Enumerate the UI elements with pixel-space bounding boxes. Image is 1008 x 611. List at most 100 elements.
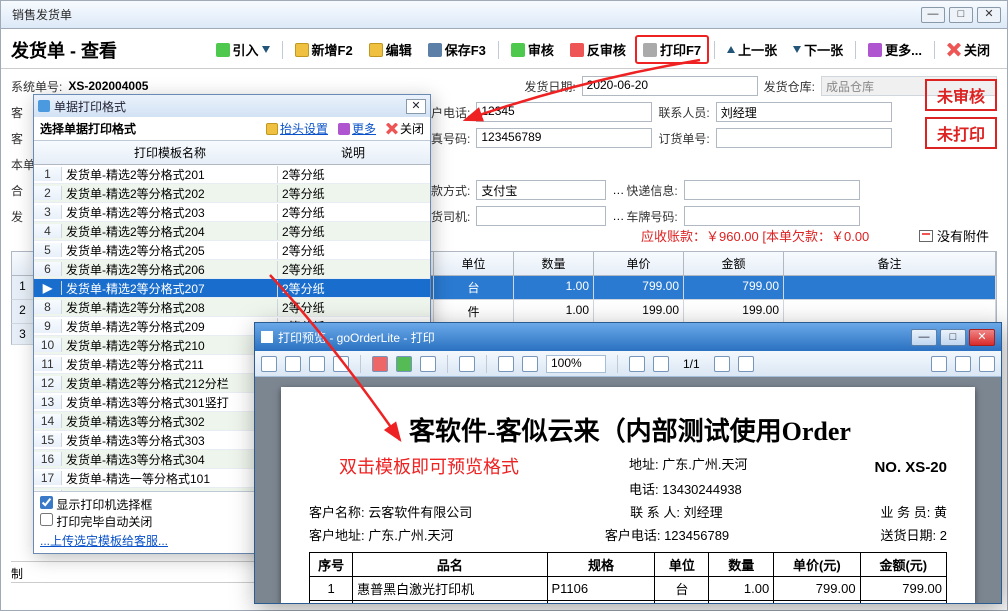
pv-find-icon[interactable] [459, 356, 475, 372]
driver-select[interactable] [476, 206, 606, 226]
col-amount[interactable]: 金额 [684, 252, 784, 275]
close-icon [947, 43, 961, 57]
cust-left: 客 [11, 104, 23, 121]
plate-label: 车牌号码: [626, 208, 677, 225]
prev-button[interactable]: 上一张 [720, 36, 784, 63]
pv-export-xls-icon[interactable] [396, 356, 412, 372]
preview-table-row: 1惠普黑白激光打印机P1106台1.00799.00799.00 [310, 577, 947, 601]
new-icon [295, 43, 309, 57]
warehouse-label: 发货仓库: [764, 78, 815, 95]
phone-label: 户电话: [431, 104, 470, 121]
close-icon [386, 123, 398, 135]
next-button[interactable]: 下一张 [786, 36, 850, 63]
col-remark[interactable]: 备注 [784, 252, 996, 275]
format-dialog-titlebar[interactable]: 单据打印格式 ✕ [34, 95, 430, 117]
pv-export-pdf-icon[interactable] [372, 356, 388, 372]
col-price[interactable]: 单价 [594, 252, 684, 275]
maximize-button[interactable]: □ [949, 7, 973, 23]
contact-input[interactable]: 刘经理 [716, 102, 892, 122]
pv-hand-icon[interactable] [931, 356, 947, 372]
preview-canvas[interactable]: 双击模板即可预览格式 客软件-客似云来（内部测试使用Order 地址: 广东.广… [255, 377, 1001, 603]
format-dialog-close-button[interactable]: ✕ [406, 99, 426, 114]
print-button[interactable]: 打印F7 [635, 35, 709, 64]
receivable-text: 应收账款：￥960.00 [本单欠款：￥0.00 [641, 226, 869, 245]
stamp-unapproved: 未审核 [925, 79, 997, 111]
format-row[interactable]: 4发货单-精选2等分格式2042等分纸 [34, 222, 430, 241]
plate-input[interactable] [684, 206, 860, 226]
orderno-input[interactable] [716, 128, 892, 148]
fax-input[interactable]: 123456789 [476, 128, 652, 148]
total-left: 合 [11, 182, 23, 199]
format-close-link[interactable]: 关闭 [386, 120, 424, 137]
fmt-col-desc[interactable]: 说明 [278, 141, 428, 164]
save-button[interactable]: 保存F3 [421, 36, 493, 63]
format-row[interactable]: 6发货单-精选2等分格式2062等分纸 [34, 260, 430, 279]
pv-save-icon[interactable] [333, 356, 349, 372]
pv-fields-icon[interactable] [955, 356, 971, 372]
attachment-label[interactable]: 没有附件 [919, 226, 989, 245]
approve-button[interactable]: 审核 [504, 36, 561, 63]
fmt-col-name[interactable]: 打印模板名称 [62, 141, 278, 164]
pv-next-page-icon[interactable] [714, 356, 730, 372]
doc-title: 客软件-客似云来（内部测试使用Order [409, 411, 947, 448]
preview-toolbar: 100% 1/1 [255, 351, 1001, 377]
close-window-button[interactable]: ✕ [977, 7, 1001, 23]
local-left: 本单 [11, 156, 35, 173]
preview-maximize-button[interactable]: □ [940, 329, 966, 346]
pay-select[interactable]: 支付宝 [476, 180, 606, 200]
approve-icon [511, 43, 525, 57]
pv-doc-icon[interactable] [261, 356, 277, 372]
preview-page: 双击模板即可预览格式 客软件-客似云来（内部测试使用Order 地址: 广东.广… [281, 387, 975, 603]
pv-last-page-icon[interactable] [738, 356, 754, 372]
pv-first-page-icon[interactable] [629, 356, 645, 372]
new-button[interactable]: 新增F2 [288, 36, 360, 63]
cust2-left: 客 [11, 130, 23, 147]
header-settings-link[interactable]: 抬头设置 [266, 120, 328, 137]
import-button[interactable]: 引入 [209, 36, 277, 63]
format-row[interactable]: 1发货单-精选2等分格式2012等分纸 [34, 165, 430, 184]
pay-label: 款方式: [431, 182, 470, 199]
format-row[interactable]: 3发货单-精选2等分格式2032等分纸 [34, 203, 430, 222]
col-qty[interactable]: 数量 [514, 252, 594, 275]
sysno-value: XS-202004005 [68, 79, 148, 93]
format-more-link[interactable]: 更多 [338, 120, 376, 137]
edit-button[interactable]: 编辑 [362, 36, 419, 63]
pv-mail-icon[interactable] [420, 356, 436, 372]
pv-zoom-select[interactable]: 100% [546, 355, 606, 373]
format-row[interactable]: 8发货单-精选2等分格式2082等分纸 [34, 298, 430, 317]
format-row[interactable]: 5发货单-精选2等分格式2052等分纸 [34, 241, 430, 260]
header-icon [266, 123, 278, 135]
preview-minimize-button[interactable]: — [911, 329, 937, 346]
more-icon [338, 123, 350, 135]
col-unit[interactable]: 单位 [434, 252, 514, 275]
pv-open-icon[interactable] [309, 356, 325, 372]
format-row[interactable]: ▶发货单-精选2等分格式2072等分纸 [34, 279, 430, 298]
main-toolbar: 引入 新增F2 编辑 保存F3 审核 反审核 打印F7 上一张 下一张 更多..… [209, 35, 997, 64]
chk-show-printer[interactable]: 显示打印机选择框 [40, 498, 152, 512]
express-input[interactable] [684, 180, 860, 200]
next-icon [793, 46, 801, 53]
pv-print-icon[interactable] [285, 356, 301, 372]
pv-close-icon[interactable] [979, 356, 995, 372]
express-label: 快递信息: [626, 182, 677, 199]
chk-close-after[interactable]: 打印完毕自动关闭 [40, 515, 152, 529]
more-button[interactable]: 更多... [861, 36, 929, 63]
preview-titlebar[interactable]: 打印预览 - goOrderLite - 打印 — □ ✕ [255, 323, 1001, 351]
print-preview-window: 打印预览 - goOrderLite - 打印 — □ ✕ 100% 1/1 [254, 322, 1002, 604]
unapprove-button[interactable]: 反审核 [563, 36, 633, 63]
close-panel-button[interactable]: 关闭 [940, 36, 997, 63]
template-hint: 双击模板即可预览格式 [339, 453, 519, 479]
preview-app-icon [261, 331, 273, 343]
import-icon [216, 43, 230, 57]
pv-zoom-width-icon[interactable] [522, 356, 538, 372]
print-icon [643, 43, 657, 57]
upload-template-link[interactable]: ...上传选定模板给客服... [40, 532, 168, 549]
view-header: 发货单 - 查看 引入 新增F2 编辑 保存F3 审核 反审核 打印F7 上一张… [1, 29, 1007, 69]
minimize-button[interactable]: — [921, 7, 945, 23]
format-row[interactable]: 2发货单-精选2等分格式2022等分纸 [34, 184, 430, 203]
shipdate-input[interactable]: 2020-06-20 [582, 76, 758, 96]
preview-close-button[interactable]: ✕ [969, 329, 995, 346]
phone-input[interactable]: 12345 [476, 102, 652, 122]
pv-prev-page-icon[interactable] [653, 356, 669, 372]
pv-zoom-whole-icon[interactable] [498, 356, 514, 372]
